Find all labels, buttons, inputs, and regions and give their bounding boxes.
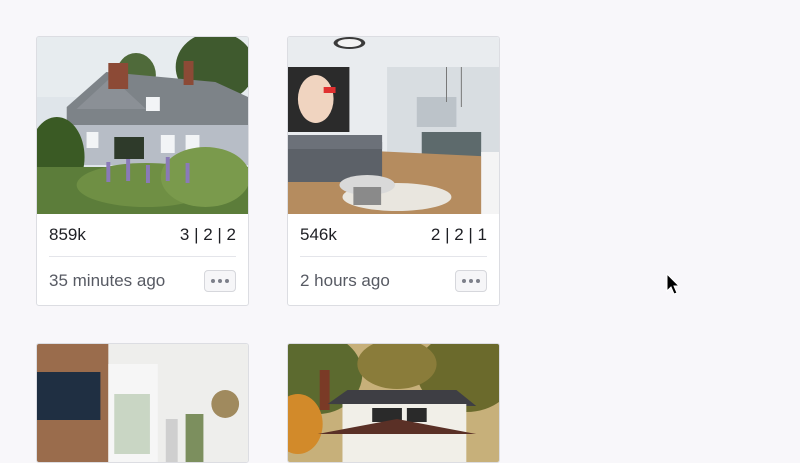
farmhouse-image (37, 37, 248, 214)
more-horizontal-icon (211, 279, 229, 283)
mouse-pointer-icon (666, 273, 680, 295)
listing-posted-time: 2 hours ago (300, 271, 390, 290)
more-horizontal-icon (462, 279, 480, 283)
listing-footer-row: 35 minutes ago (37, 257, 248, 305)
listing-card[interactable]: 546k 2 | 2 | 1 2 hours ago (287, 36, 500, 306)
living-room-image (288, 37, 499, 214)
listing-card[interactable] (36, 343, 249, 463)
listing-card[interactable]: 859k 3 | 2 | 2 35 minutes ago (36, 36, 249, 306)
listing-summary-row: 546k 2 | 2 | 1 (288, 214, 499, 256)
more-options-button[interactable] (204, 270, 236, 292)
listing-summary-row: 859k 3 | 2 | 2 (37, 214, 248, 256)
listing-beds-baths: 3 | 2 | 2 (179, 225, 236, 244)
listing-price: 859k (49, 225, 86, 244)
listing-photo[interactable] (288, 37, 499, 214)
listing-posted-time: 35 minutes ago (49, 271, 166, 290)
listing-footer-row: 2 hours ago (288, 257, 499, 305)
listing-photo[interactable] (37, 344, 248, 462)
more-options-button[interactable] (455, 270, 487, 292)
listing-photo[interactable] (37, 37, 248, 214)
listing-price: 546k (300, 225, 337, 244)
listing-card[interactable] (287, 343, 500, 463)
listing-photo[interactable] (288, 344, 499, 462)
interior-image (37, 344, 248, 462)
autumn-house-image (288, 344, 499, 462)
listing-beds-baths: 2 | 2 | 1 (430, 225, 487, 244)
